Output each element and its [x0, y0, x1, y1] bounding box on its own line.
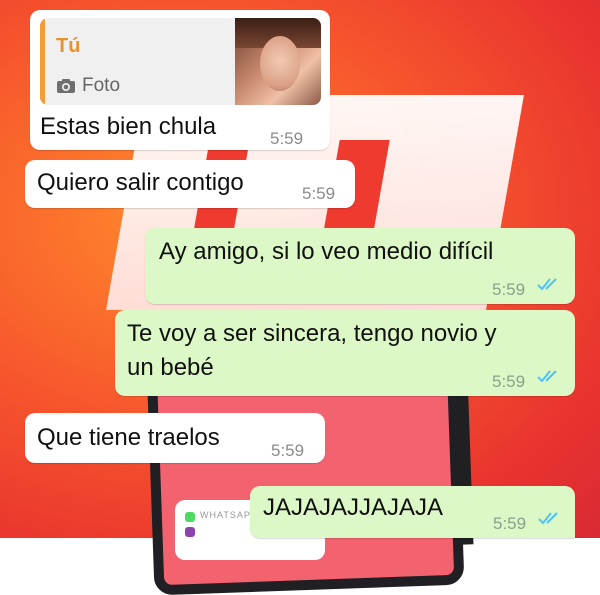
message-time: 5:59	[492, 372, 526, 391]
message-bubble-outgoing[interactable]: JAJAJAJJAJAJA 5:59	[250, 486, 575, 538]
message-bubble-incoming[interactable]: Quiero salir contigo 5:59	[25, 160, 355, 208]
reply-quote-media: Foto	[56, 70, 120, 102]
thumbnail-face	[260, 36, 300, 91]
reply-quote-author: Tú	[56, 35, 81, 57]
read-double-check-icon	[537, 370, 557, 383]
message-text: Estas bien chula	[40, 113, 217, 140]
message-time: 5:59	[493, 514, 527, 533]
message-text-line-2: un bebé	[127, 354, 214, 381]
background-phone-dot	[185, 527, 195, 537]
camera-icon	[57, 79, 75, 93]
read-double-check-icon	[538, 512, 558, 525]
message-time: 5:59	[270, 129, 304, 148]
reply-quote-photo-thumbnail[interactable]	[235, 18, 321, 105]
message-bubble-incoming[interactable]: Tú Foto Estas bien chula 5:59	[30, 10, 330, 150]
reply-quote[interactable]: Tú Foto	[40, 18, 321, 105]
read-double-check-icon	[537, 278, 557, 291]
message-bubble-incoming[interactable]: Que tiene traelos 5:59	[25, 413, 325, 463]
message-text: Ay amigo, si lo veo medio difícil	[159, 238, 494, 265]
message-bubble-outgoing[interactable]: Ay amigo, si lo veo medio difícil 5:59	[145, 228, 575, 304]
message-text: Quiero salir contigo	[37, 169, 244, 196]
message-time: 5:59	[271, 441, 305, 460]
message-time: 5:59	[492, 280, 526, 299]
reply-quote-accent-bar	[40, 18, 45, 105]
reply-quote-media-label: Foto	[82, 75, 121, 96]
message-text-line-1: Te voy a ser sincera, tengo novio y	[127, 320, 497, 347]
message-bubble-outgoing[interactable]: Te voy a ser sincera, tengo novio y un b…	[115, 310, 575, 396]
message-text: JAJAJAJJAJAJA	[263, 494, 444, 521]
background-phone-dot	[185, 512, 195, 522]
message-text: Que tiene traelos	[37, 424, 220, 451]
message-time: 5:59	[302, 184, 336, 203]
